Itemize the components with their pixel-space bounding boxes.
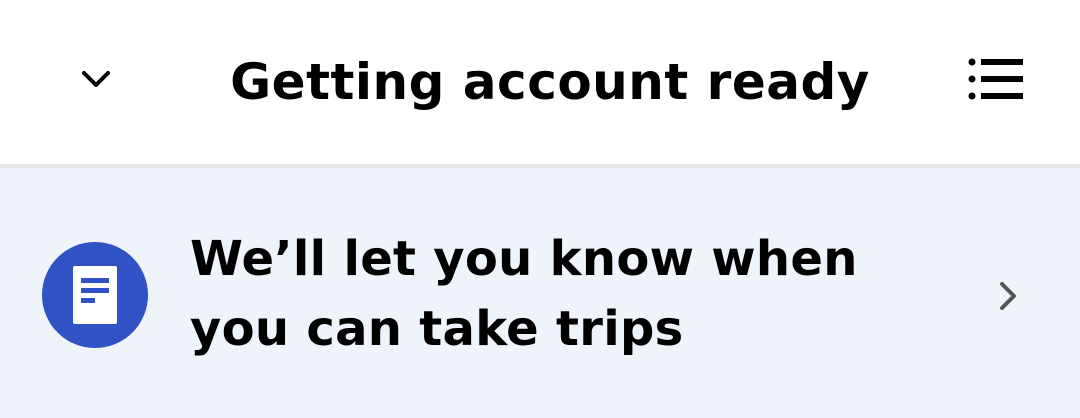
document-icon — [42, 242, 148, 348]
page-title: Getting account ready — [230, 53, 870, 111]
chevron-down-icon — [81, 69, 111, 93]
sheet-header: Getting account ready — [0, 0, 1080, 164]
list-button[interactable] — [956, 44, 1036, 118]
bottom-sheet: Getting account ready We’ll let you know… — [0, 0, 1080, 418]
notice-message: We’ll let you know when you can take tri… — [190, 231, 858, 357]
collapse-button[interactable] — [56, 44, 136, 118]
notice-row[interactable]: We’ll let you know when you can take tri… — [0, 168, 1080, 418]
list-icon — [968, 57, 1024, 105]
chevron-right-icon — [986, 274, 1030, 318]
